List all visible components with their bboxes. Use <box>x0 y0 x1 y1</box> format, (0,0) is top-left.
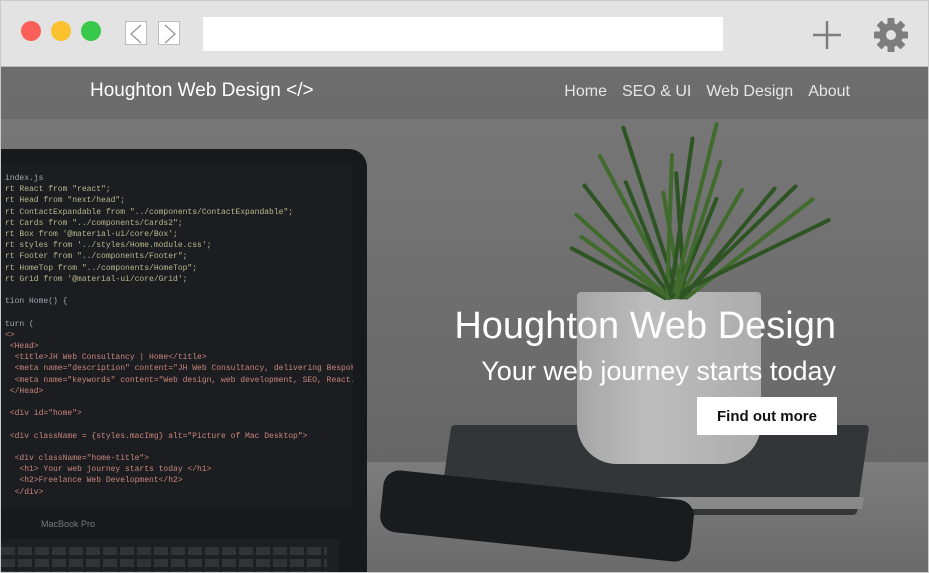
back-button[interactable] <box>125 21 147 45</box>
hero-subtitle: Your web journey starts today <box>481 356 836 386</box>
maximize-window-button[interactable] <box>81 21 101 41</box>
settings-button[interactable] <box>872 16 910 54</box>
plus-icon <box>813 21 841 49</box>
chevron-right-icon <box>164 24 177 44</box>
forward-button[interactable] <box>158 21 180 45</box>
nav-link-seo-ui[interactable]: SEO & UI <box>622 83 691 101</box>
new-tab-button[interactable] <box>811 19 843 51</box>
nav-link-about[interactable]: About <box>808 83 850 101</box>
browser-window: index.js rt React from "react"; rt Head fr… <box>0 0 929 573</box>
address-bar[interactable] <box>203 17 723 51</box>
hero-title: Houghton Web Design <box>454 305 836 347</box>
minimize-window-button[interactable] <box>51 21 71 41</box>
close-window-button[interactable] <box>21 21 41 41</box>
site-navbar: Houghton Web Design </> Home SEO & UI We… <box>1 67 928 120</box>
hero-section: index.js rt React from "react"; rt Head fr… <box>1 67 928 572</box>
find-out-more-button[interactable]: Find out more <box>697 397 837 435</box>
gear-icon <box>874 18 908 52</box>
nav-link-home[interactable]: Home <box>564 83 607 101</box>
site-brand-link[interactable]: Houghton Web Design </> <box>90 80 314 102</box>
nav-link-web-design[interactable]: Web Design <box>706 83 793 101</box>
site-nav: Home SEO & UI Web Design About <box>564 83 850 101</box>
browser-toolbar <box>1 1 928 67</box>
chevron-left-icon <box>129 24 142 44</box>
